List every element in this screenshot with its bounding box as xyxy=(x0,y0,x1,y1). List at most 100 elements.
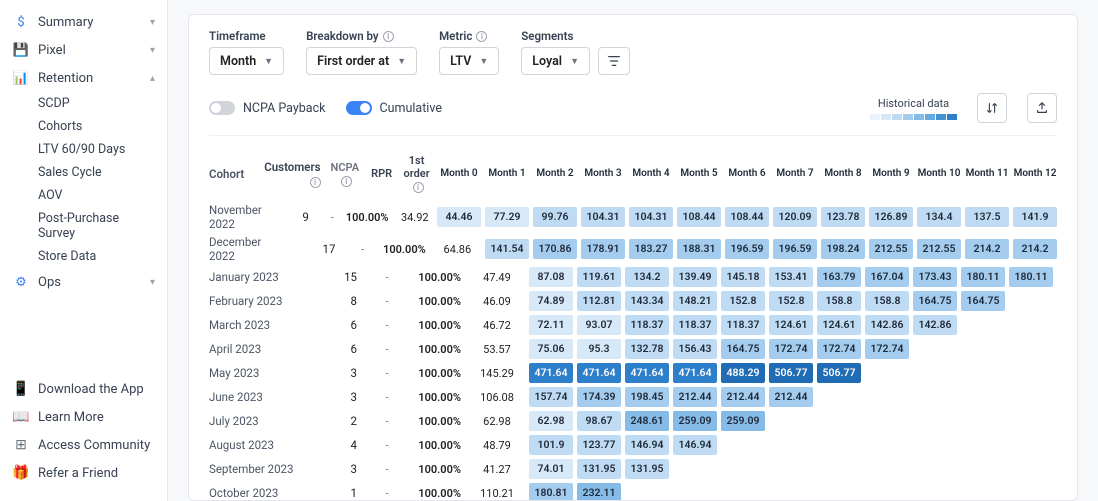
cell-customers: 3 xyxy=(299,390,367,404)
heat-cell: 99.76 xyxy=(533,207,577,227)
heat-cell: 156.43 xyxy=(673,339,717,359)
breakdown-value: First order at xyxy=(317,54,389,69)
sidebar-link-learn-more[interactable]: 📖Learn More xyxy=(0,403,167,431)
col-month: Month 10 xyxy=(917,164,961,184)
link-icon: 🎁 xyxy=(12,464,30,482)
heat-cell: 118.37 xyxy=(673,315,717,335)
nav-icon: 💾 xyxy=(12,41,30,59)
link-icon: 📱 xyxy=(12,380,30,398)
cell-m0: 46.72 xyxy=(467,319,527,332)
sidebar-item-pixel[interactable]: 💾 Pixel ▾ xyxy=(0,36,167,64)
info-icon[interactable]: i xyxy=(413,182,424,193)
filter-breakdown-label: Breakdown by i xyxy=(306,29,417,43)
heat-cell: 170.86 xyxy=(533,239,577,259)
cell-m0: 53.57 xyxy=(467,343,527,356)
heat-cell: 152.8 xyxy=(721,291,765,311)
heat-cell: 95.3 xyxy=(577,339,621,359)
segments-dropdown[interactable]: Loyal ▼ xyxy=(521,47,590,75)
heat-cell: 98.67 xyxy=(577,411,621,431)
month-cells: 74.89112.81143.34148.21152.8152.8158.815… xyxy=(529,291,1005,311)
filter-segments-label: Segments xyxy=(521,29,630,43)
cell-customers: 15 xyxy=(299,270,367,284)
more-filters-button[interactable] xyxy=(598,47,630,75)
heat-cell: 123.78 xyxy=(821,207,865,227)
sidebar-item-label: Refer a Friend xyxy=(38,466,155,481)
heat-cell: 172.74 xyxy=(769,339,813,359)
cumulative-toggle[interactable]: Cumulative xyxy=(346,101,442,116)
nav-icon: $ xyxy=(12,13,30,31)
month-cells: 75.0695.3132.78156.43164.75172.74172.741… xyxy=(529,339,909,359)
info-icon[interactable]: i xyxy=(310,177,321,188)
col-month: Month 3 xyxy=(581,164,625,184)
sidebar-sub-cohorts[interactable]: Cohorts xyxy=(0,115,167,138)
heat-cell: 212.55 xyxy=(917,239,961,259)
chevron-up-icon: ▴ xyxy=(150,73,155,84)
sidebar-sub-post-purchase-survey[interactable]: Post-Purchase Survey xyxy=(0,207,167,245)
filter-segments: Segments Loyal ▼ xyxy=(521,29,630,75)
heat-cell: 259.09 xyxy=(673,411,717,431)
heat-cell: 131.95 xyxy=(625,459,669,479)
chevron-down-icon: ▼ xyxy=(479,56,488,67)
cell-rpr: 100.00% xyxy=(407,343,467,356)
col-customers: Customersi xyxy=(264,160,330,188)
heat-cell: 506.77 xyxy=(817,363,861,383)
heat-cell: 212.44 xyxy=(673,387,717,407)
heat-cell: 74.01 xyxy=(529,459,573,479)
sidebar-sub-store-data[interactable]: Store Data xyxy=(0,245,167,268)
legend: Historical data xyxy=(870,97,957,120)
sidebar-sub-ltv-60-90-days[interactable]: LTV 60/90 Days xyxy=(0,138,167,161)
cell-ncpa: - xyxy=(367,319,407,332)
ncpa-payback-toggle[interactable]: NCPA Payback xyxy=(209,101,326,116)
heat-cell: 164.75 xyxy=(961,291,1005,311)
heat-cell: 75.06 xyxy=(529,339,573,359)
heat-cell: 146.94 xyxy=(625,435,669,455)
grid-body: November 2022 9 - 100.00% 34.9244.4677.2… xyxy=(209,201,1057,501)
sidebar-item-retention[interactable]: 📊 Retention ▴ xyxy=(0,64,167,92)
col-month: Month 9 xyxy=(869,164,913,184)
cell-ncpa: - xyxy=(367,271,407,284)
export-button[interactable] xyxy=(1027,93,1057,123)
cell-rpr: 100.00% xyxy=(380,243,432,256)
cell-cohort: May 2023 xyxy=(209,366,299,380)
sidebar-sub-sales-cycle[interactable]: Sales Cycle xyxy=(0,161,167,184)
heat-cell: 118.37 xyxy=(625,315,669,335)
info-icon[interactable]: i xyxy=(383,31,394,42)
heat-cell: 198.45 xyxy=(625,387,669,407)
cell-customers: 4 xyxy=(299,438,367,452)
col-month: Month 8 xyxy=(821,164,865,184)
sidebar-sub-scdp[interactable]: SCDP xyxy=(0,92,167,115)
month-cells: 74.01131.95131.95 xyxy=(529,459,669,479)
timeframe-dropdown[interactable]: Month ▼ xyxy=(209,47,284,75)
sort-button[interactable] xyxy=(977,93,1007,123)
link-icon: ⊞ xyxy=(12,436,30,454)
sidebar-link-refer-a-friend[interactable]: 🎁 Refer a Friend xyxy=(0,459,167,487)
heat-cell: 178.91 xyxy=(581,239,625,259)
cell-cohort: December 2022 xyxy=(209,235,286,263)
info-icon[interactable]: i xyxy=(476,31,487,42)
sidebar-item-ops[interactable]: ⚙ Ops ▾ xyxy=(0,268,167,296)
heat-cell: 72.11 xyxy=(529,315,573,335)
metric-dropdown[interactable]: LTV ▼ xyxy=(439,47,499,75)
cell-m0: 48.79 xyxy=(467,439,527,452)
table-row: September 2023 3 - 100.00% 41.2774.01131… xyxy=(209,457,1057,481)
info-icon[interactable]: i xyxy=(341,176,352,187)
table-row: August 2023 4 - 100.00% 48.79101.9123.77… xyxy=(209,433,1057,457)
month-cells: 157.74174.39198.45212.44212.44212.44 xyxy=(529,387,813,407)
filter-timeframe: Timeframe Month ▼ xyxy=(209,29,284,75)
filter-metric-label: Metric i xyxy=(439,29,499,43)
heat-cell: 173.43 xyxy=(913,267,957,287)
toggle-row: NCPA Payback Cumulative Historical data xyxy=(209,93,1057,136)
sidebar-item-summary[interactable]: $ Summary ▾ xyxy=(0,8,167,36)
chevron-down-icon: ▼ xyxy=(397,56,406,67)
sidebar-link-access-community[interactable]: ⊞Access Community xyxy=(0,431,167,459)
switch-on-icon xyxy=(346,101,372,115)
sidebar-link-download-the-app[interactable]: 📱Download the App xyxy=(0,375,167,403)
legend-gradient xyxy=(870,114,957,120)
metric-value: LTV xyxy=(450,54,471,69)
sidebar-sub-aov[interactable]: AOV xyxy=(0,184,167,207)
cell-cohort: September 2023 xyxy=(209,462,299,476)
cell-customers: 1 xyxy=(299,486,367,500)
heat-cell: 93.07 xyxy=(577,315,621,335)
breakdown-dropdown[interactable]: First order at ▼ xyxy=(306,47,417,75)
sort-icon xyxy=(985,101,999,115)
